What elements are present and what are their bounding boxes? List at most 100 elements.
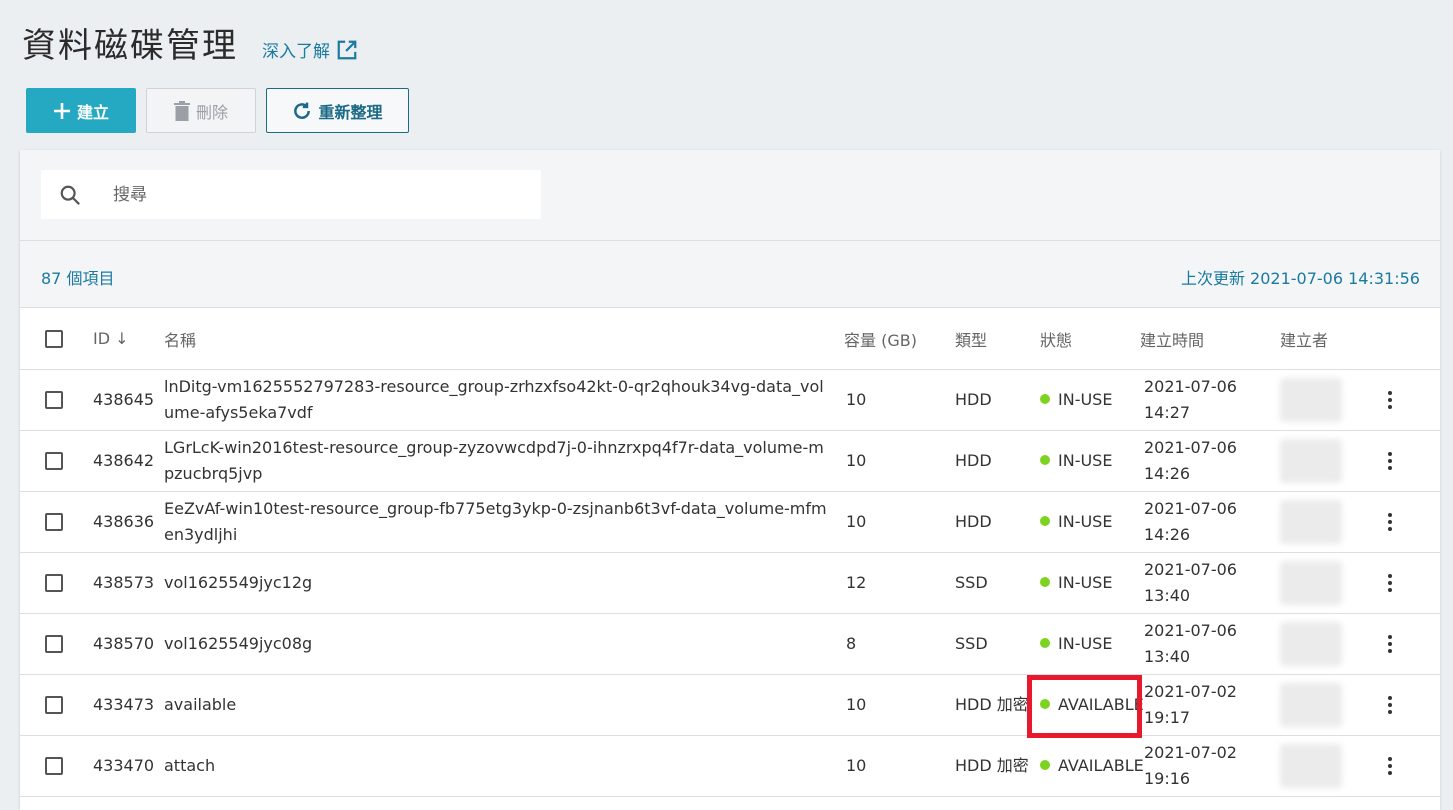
column-header-created[interactable]: 建立時間 <box>1140 308 1280 370</box>
creator-avatar-blurred <box>1280 439 1342 483</box>
cell-capacity: 10 <box>844 430 955 492</box>
cell-id: 438636 <box>93 491 164 553</box>
cell-id: 433470 <box>93 735 164 797</box>
cell-status: IN-USE <box>1040 552 1140 614</box>
data-volume-panel: 87 個項目 上次更新 2021-07-06 14:31:56 ID ↓ 名稱 … <box>20 150 1440 810</box>
external-link-icon <box>337 40 357 59</box>
status-dot-icon <box>1040 698 1050 709</box>
cell-creator <box>1280 552 1380 614</box>
cell-type: HDD <box>955 491 1040 553</box>
column-header-type[interactable]: 類型 <box>955 308 1040 370</box>
refresh-icon <box>292 101 312 121</box>
cell-name: LGrLcK-win2016test-resource_group-zyzovw… <box>164 430 844 492</box>
cell-name: vol1625549jyc08g <box>164 613 844 675</box>
status-dot-icon <box>1040 759 1050 770</box>
cell-id: 433473 <box>93 674 164 736</box>
status-text: IN-USE <box>1058 451 1113 470</box>
cell-capacity: 10 <box>844 491 955 553</box>
delete-button[interactable]: 刪除 <box>146 88 256 133</box>
search-input[interactable] <box>111 183 495 206</box>
status-dot-icon <box>1040 454 1050 465</box>
trash-icon <box>173 100 190 121</box>
status-dot-icon <box>1040 637 1050 648</box>
select-all-checkbox[interactable] <box>45 329 63 348</box>
table-row[interactable]: 438645 lnDitg-vm1625552797283-resource_gr… <box>20 369 1440 431</box>
last-updated: 上次更新 2021-07-06 14:31:56 <box>1180 269 1420 288</box>
table-row[interactable]: 438642 LGrLcK-win2016test-resource_group-… <box>20 430 1440 492</box>
item-count: 87 個項目 <box>41 269 115 288</box>
creator-avatar-blurred <box>1280 500 1342 544</box>
plus-icon <box>53 102 71 120</box>
search-box[interactable] <box>41 170 541 219</box>
row-checkbox[interactable] <box>45 757 63 775</box>
cell-creator <box>1280 613 1380 675</box>
refresh-button[interactable]: 重新整理 <box>266 88 409 133</box>
cell-status: IN-USE <box>1040 613 1140 675</box>
page-title: 資料磁碟管理 <box>22 26 238 66</box>
more-options-icon[interactable] <box>1380 513 1400 531</box>
status-text: IN-USE <box>1058 512 1113 531</box>
delete-button-label: 刪除 <box>195 102 228 122</box>
cell-id: 438642 <box>93 430 164 492</box>
table-row[interactable]: 433470 attach 10 HDD 加密 AVAILABLE 2021-07-02 … <box>20 735 1440 797</box>
cell-type: HDD <box>955 369 1040 431</box>
row-checkbox[interactable] <box>45 391 63 409</box>
more-options-icon[interactable] <box>1380 757 1400 775</box>
table-row[interactable]: 438573 vol1625549jyc12g 12 SSD IN-USE 2021-07… <box>20 552 1440 614</box>
status-text: IN-USE <box>1058 390 1113 409</box>
cell-capacity: 10 <box>844 674 955 736</box>
creator-avatar-blurred <box>1280 622 1342 666</box>
row-checkbox[interactable] <box>45 635 63 653</box>
more-options-icon[interactable] <box>1380 391 1400 409</box>
cell-name: available <box>164 674 844 736</box>
cell-name: EeZvAf-win10test-resource_group-fb775etg… <box>164 491 844 553</box>
table-row[interactable]: 438570 vol1625549jyc08g 8 SSD IN-USE 2021-07-… <box>20 613 1440 675</box>
column-header-creator[interactable]: 建立者 <box>1280 308 1380 370</box>
cell-name: attach <box>164 735 844 797</box>
sort-down-arrow-icon: ↓ <box>115 329 129 348</box>
row-checkbox[interactable] <box>45 696 63 714</box>
table-header-row: ID ↓ 名稱 容量 (GB) 類型 狀態 建立時間 建立者 <box>20 308 1440 370</box>
learn-more-link[interactable]: 深入了解 <box>262 37 358 62</box>
cell-type: HDD 加密 <box>955 674 1040 736</box>
create-button[interactable]: 建立 <box>26 88 136 133</box>
column-header-name[interactable]: 名稱 <box>164 308 844 370</box>
cell-type: HDD 加密 <box>955 735 1040 797</box>
cell-created: 2021-07-06 14:27 <box>1140 369 1280 431</box>
more-options-icon[interactable] <box>1380 574 1400 592</box>
more-options-icon[interactable] <box>1380 452 1400 470</box>
cell-capacity: 10 <box>844 369 955 431</box>
row-checkbox[interactable] <box>45 513 63 531</box>
cell-created: 2021-07-06 13:40 <box>1140 552 1280 614</box>
status-text: IN-USE <box>1058 573 1113 592</box>
table-row[interactable]: 433473 available 10 HDD 加密 AVAILABLE 2021-07-… <box>20 674 1440 736</box>
column-header-id[interactable]: ID ↓ <box>93 308 164 370</box>
status-text: IN-USE <box>1058 634 1113 653</box>
column-header-capacity[interactable]: 容量 (GB) <box>844 308 955 370</box>
more-options-icon[interactable] <box>1380 696 1400 714</box>
creator-avatar-blurred <box>1280 378 1342 422</box>
cell-status: IN-USE <box>1040 369 1140 431</box>
cell-id: 438570 <box>93 613 164 675</box>
cell-capacity: 8 <box>844 613 955 675</box>
row-checkbox[interactable] <box>45 574 63 592</box>
cell-capacity: 12 <box>844 552 955 614</box>
cell-id: 438573 <box>93 552 164 614</box>
cell-created: 2021-07-02 19:17 <box>1140 674 1280 736</box>
learn-more-label: 深入了解 <box>262 42 330 62</box>
create-button-label: 建立 <box>76 102 109 122</box>
cell-status: AVAILABLE <box>1040 735 1144 797</box>
status-dot-icon <box>1040 576 1050 587</box>
cell-id: 438645 <box>93 369 164 431</box>
cell-status: IN-USE <box>1040 491 1140 553</box>
cell-type: SSD <box>955 552 1040 614</box>
volume-table: ID ↓ 名稱 容量 (GB) 類型 狀態 建立時間 建立者 438645 lnD… <box>20 308 1440 797</box>
row-checkbox[interactable] <box>45 452 63 470</box>
status-text: AVAILABLE <box>1058 695 1144 714</box>
cell-creator <box>1280 491 1380 553</box>
more-options-icon[interactable] <box>1380 635 1400 653</box>
column-header-status[interactable]: 狀態 <box>1040 308 1140 370</box>
search-area <box>20 150 1440 241</box>
table-row[interactable]: 438636 EeZvAf-win10test-resource_group-fb… <box>20 491 1440 553</box>
cell-creator <box>1280 430 1380 492</box>
